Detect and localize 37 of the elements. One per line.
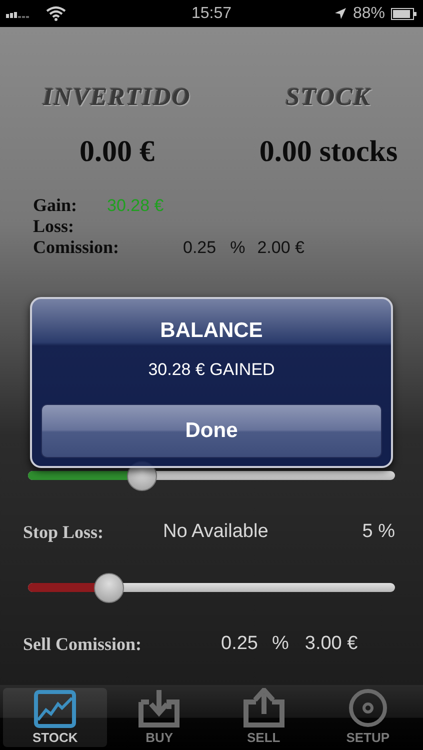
slider-thumb[interactable] [94,573,124,603]
battery-percent: 88% [352,4,386,22]
signal-icon [6,10,32,18]
status-time: 15:57 [191,4,232,22]
percent-value: 0.25 [221,633,258,655]
percent-unit: % [272,633,289,655]
chart-icon [34,690,76,728]
gain-value: 30.28 € [107,196,164,216]
wifi-icon [46,6,66,21]
alert-message: 30.28 € GAINED [148,359,275,381]
column-title: INVERTIDO [42,84,192,112]
slider-track[interactable] [28,572,395,604]
setting-label: Stop Loss: [23,522,105,542]
column-value: 0.00 stocks [258,134,399,170]
upload-icon [242,688,285,728]
percent-unit: % [230,238,246,258]
alert-title: BALANCE [160,318,263,344]
column-title: STOCK [284,84,372,112]
tab[interactable]: SETUP [316,688,420,747]
setting-label: Sell Comission: [23,634,143,654]
done-button[interactable]: Done [41,404,382,458]
detail-label: Comission: [33,237,120,258]
battery-icon [391,8,418,20]
tab[interactable]: SELL [212,688,316,747]
amount-value: 2.00 € [257,238,304,258]
column-value: 0.00 € [78,134,156,170]
gear-icon [348,688,388,728]
percent-value: 0.25 [183,238,216,258]
tab[interactable]: STOCK [3,688,108,747]
amount-value: 3.00 € [304,633,358,655]
setting-status: No Available [163,521,268,543]
percent-value: 5 % [362,521,395,543]
download-icon [138,688,180,728]
tab[interactable]: BUY [107,688,212,747]
location-arrow-icon [334,7,347,20]
detail-label: Gain: [33,195,78,216]
detail-label: Loss: [33,216,76,237]
